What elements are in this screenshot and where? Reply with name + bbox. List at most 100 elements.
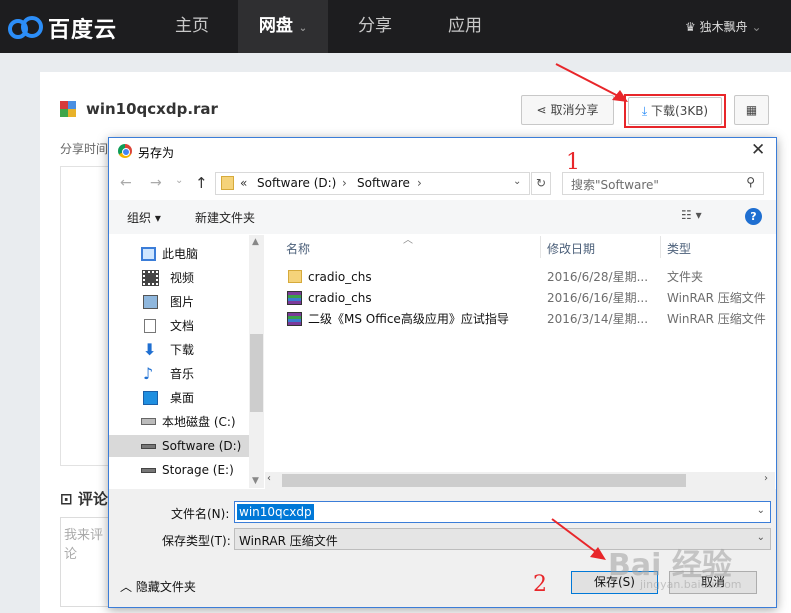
share-time: 分享时间 bbox=[60, 142, 109, 156]
chevron-down-icon: ⌄ bbox=[756, 532, 765, 543]
sidebar-label: 桌面 bbox=[170, 391, 195, 405]
annotation-arrow-2 bbox=[551, 518, 606, 560]
hscroll-thumb[interactable] bbox=[282, 474, 686, 487]
file-name: cradio_chs bbox=[308, 291, 372, 305]
file-date: 2016/6/16/星期... bbox=[547, 291, 649, 305]
scroll-up-icon[interactable]: ▲ bbox=[252, 237, 259, 247]
rar-file-icon bbox=[60, 101, 76, 117]
comment-heading: ⊡ 评论 bbox=[60, 488, 108, 509]
column-type[interactable]: 类型 bbox=[667, 240, 691, 257]
computer-icon bbox=[141, 247, 156, 261]
sidebar-item-drive-d[interactable]: Software (D:) bbox=[109, 435, 249, 457]
nav-share[interactable]: 分享 bbox=[335, 0, 415, 53]
dialog-title: 另存为 bbox=[138, 146, 175, 160]
scroll-down-icon[interactable]: ▼ bbox=[252, 476, 259, 486]
comment-icon: ⊡ bbox=[60, 490, 73, 508]
preview-panel bbox=[60, 166, 110, 466]
logo-text[interactable]: 百度云 bbox=[48, 12, 117, 44]
qr-code-button[interactable]: ▦ bbox=[734, 95, 769, 125]
filetype-value: WinRAR 压缩文件 bbox=[239, 534, 338, 548]
file-date: 2016/3/14/星期... bbox=[547, 312, 649, 326]
organize-menu[interactable]: 组织 ▾ bbox=[127, 209, 161, 226]
breadcrumb-drive[interactable]: Software (D:) bbox=[257, 176, 336, 190]
picture-icon bbox=[143, 295, 158, 309]
chevron-up-icon: ︿ bbox=[120, 580, 133, 594]
comment-label: 评论 bbox=[77, 490, 108, 508]
download-icon: ⤓ bbox=[641, 104, 648, 118]
comment-input[interactable]: 我来评论 bbox=[60, 517, 110, 607]
sidebar-item-pictures[interactable]: 图片 bbox=[141, 291, 194, 313]
annotation-step-2: 2 bbox=[533, 572, 547, 597]
filename-value: win10qcxdp bbox=[237, 504, 314, 520]
sidebar-label: 文档 bbox=[170, 319, 195, 333]
sidebar-label: 本地磁盘 (C:) bbox=[162, 415, 236, 429]
hide-folders-toggle[interactable]: ︿ 隐藏文件夹 bbox=[120, 578, 196, 595]
sidebar-item-drive-e[interactable]: Storage (E:) bbox=[133, 459, 234, 481]
back-arrow-icon[interactable]: ← bbox=[120, 175, 132, 191]
nav-apps[interactable]: 应用 bbox=[425, 0, 505, 53]
filetype-label: 保存类型(T): bbox=[162, 534, 231, 548]
file-row[interactable]: cradio_chs bbox=[286, 267, 372, 288]
annotation-step-1: 1 bbox=[566, 150, 580, 175]
help-icon[interactable]: ? bbox=[745, 208, 762, 225]
new-folder-button[interactable]: 新建文件夹 bbox=[195, 209, 255, 226]
download-button[interactable]: ⤓ 下载(3KB) bbox=[628, 97, 722, 125]
sidebar-label: 此电脑 bbox=[162, 247, 199, 261]
breadcrumb-folder[interactable]: Software bbox=[357, 176, 410, 190]
user-menu[interactable]: ♛ 独木飘舟 ⌄ bbox=[685, 18, 762, 35]
sidebar-item-this-pc[interactable]: 此电脑 bbox=[133, 243, 198, 265]
video-icon bbox=[142, 270, 159, 286]
hide-folders-label: 隐藏文件夹 bbox=[135, 580, 196, 594]
sort-up-icon: ︿ bbox=[403, 235, 413, 246]
up-arrow-icon[interactable]: ↑ bbox=[195, 174, 208, 192]
chevron-down-icon[interactable]: ⌄ bbox=[513, 176, 521, 187]
forward-arrow-icon[interactable]: → bbox=[150, 175, 162, 191]
close-icon[interactable]: ✕ bbox=[751, 140, 765, 160]
sidebar-item-downloads[interactable]: ⬇ 下载 bbox=[141, 339, 194, 361]
column-divider bbox=[660, 236, 661, 258]
scroll-left-icon[interactable]: ‹ bbox=[267, 473, 271, 484]
baidu-cloud-logo-icon[interactable] bbox=[8, 14, 44, 40]
chevron-down-icon: ⌄ bbox=[751, 20, 762, 34]
file-row[interactable]: 二级《MS Office高级应用》应试指导 bbox=[286, 309, 509, 330]
search-input[interactable]: 搜索"Software" ⚲ bbox=[562, 172, 764, 195]
share-icon: ⋖ bbox=[536, 103, 547, 117]
column-name[interactable]: 名称 bbox=[286, 240, 310, 257]
sidebar-item-drive-c[interactable]: 本地磁盘 (C:) bbox=[133, 411, 236, 433]
user-name: 独木飘舟 bbox=[699, 20, 748, 34]
filename-input[interactable]: ⌄ bbox=[234, 501, 771, 523]
file-title: win10qcxdp.rar bbox=[86, 100, 218, 118]
qr-code-icon: ▦ bbox=[745, 103, 758, 117]
file-type: WinRAR 压缩文件 bbox=[667, 312, 766, 326]
chevron-down-icon[interactable]: ⌄ bbox=[757, 505, 765, 516]
search-placeholder: 搜索"Software" bbox=[571, 178, 659, 192]
nav-home[interactable]: 主页 bbox=[152, 0, 232, 53]
column-divider bbox=[540, 236, 541, 258]
chevron-down-icon: ⌄ bbox=[298, 23, 308, 34]
search-icon: ⚲ bbox=[746, 175, 755, 189]
breadcrumb-overflow[interactable]: « bbox=[240, 176, 247, 190]
chrome-icon bbox=[118, 144, 132, 158]
sidebar-label: Software (D:) bbox=[162, 439, 242, 453]
sidebar-item-documents[interactable]: 文档 bbox=[141, 315, 194, 337]
crown-icon: ♛ bbox=[685, 20, 696, 34]
sidebar-scroll-thumb[interactable] bbox=[250, 334, 263, 412]
drive-icon bbox=[141, 418, 156, 425]
file-row[interactable]: cradio_chs bbox=[286, 288, 372, 309]
file-type: 文件夹 bbox=[667, 270, 704, 284]
rar-icon bbox=[287, 312, 302, 326]
column-date[interactable]: 修改日期 bbox=[547, 240, 595, 257]
download-icon: ⬇ bbox=[143, 340, 157, 359]
address-bar[interactable]: « Software (D:) › Software › ⌄ bbox=[215, 172, 530, 195]
recent-locations-icon[interactable]: ⌄ bbox=[175, 175, 183, 186]
scroll-right-icon[interactable]: › bbox=[764, 473, 768, 484]
sidebar-label: 下载 bbox=[170, 343, 195, 357]
view-options-icon[interactable]: ☷ ▾ bbox=[681, 208, 702, 222]
sidebar-item-desktop[interactable]: 桌面 bbox=[141, 387, 194, 409]
sidebar-item-videos[interactable]: 视频 bbox=[141, 267, 194, 289]
sidebar-label: 图片 bbox=[170, 295, 195, 309]
drive-icon bbox=[141, 444, 156, 449]
refresh-icon[interactable]: ↻ bbox=[531, 172, 551, 195]
nav-netdisk[interactable]: 网盘 ⌄ bbox=[238, 0, 328, 53]
sidebar-item-music[interactable]: ♪ 音乐 bbox=[141, 363, 194, 385]
